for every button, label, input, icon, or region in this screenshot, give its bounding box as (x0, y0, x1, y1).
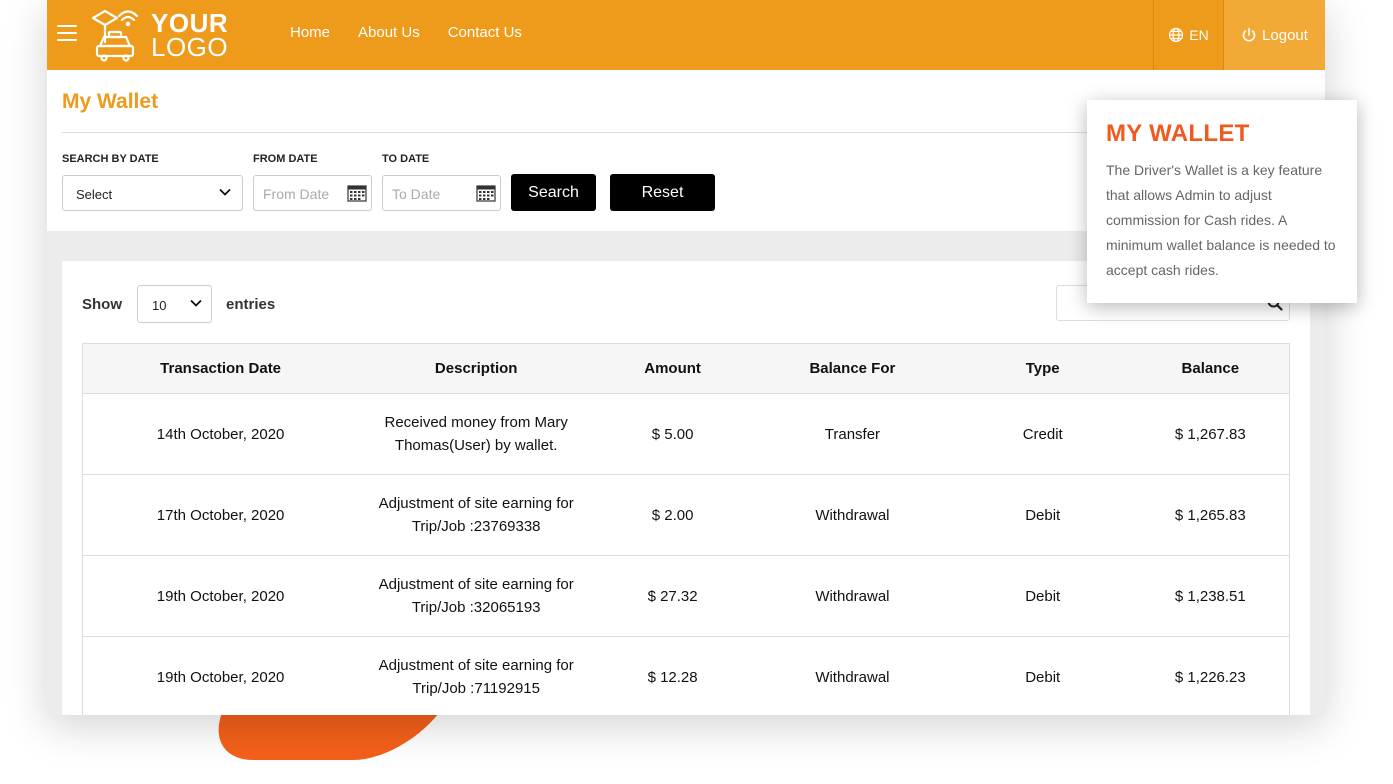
description-text: Received money from Mary Thomas(User) by… (384, 414, 568, 454)
header-transaction-date[interactable]: Transaction Date (82, 343, 359, 394)
cell-type: Debit (953, 555, 1132, 637)
table-row: 19th October, 2020 Adjustment of site ea… (82, 636, 1290, 715)
stage: YOUR LOGO Home About Us Contact Us EN Lo… (0, 0, 1393, 784)
cell-balance: $ 1,238.51 (1131, 555, 1290, 637)
cell-balance-for: Withdrawal (751, 474, 954, 556)
header-balance-for[interactable]: Balance For (751, 343, 954, 394)
description-text: Adjustment of site earning for Trip/Job … (378, 576, 574, 616)
tooltip-title: MY WALLET (1106, 120, 1250, 147)
to-date-label: TO DATE (382, 153, 430, 165)
description-text: Adjustment of site earning for Trip/Job … (378, 495, 574, 535)
search-by-date-select[interactable]: Select (62, 175, 243, 211)
header-amount[interactable]: Amount (594, 343, 752, 394)
show-label: Show (82, 296, 122, 313)
logout-label: Logout (1262, 26, 1308, 44)
language-selector[interactable]: EN (1153, 0, 1223, 70)
entries-value: 10 (152, 298, 167, 313)
logout-button[interactable]: Logout (1223, 0, 1325, 70)
cell-type: Credit (953, 393, 1132, 475)
cell-date: 14th October, 2020 (82, 393, 359, 475)
cell-amount: $ 27.32 (594, 555, 752, 637)
feature-tooltip: MY WALLET The Driver's Wallet is a key f… (1087, 100, 1357, 303)
cell-date: 19th October, 2020 (82, 555, 359, 637)
to-date-placeholder: To Date (392, 186, 441, 202)
cell-description: Adjustment of site earning for Trip/Job … (358, 555, 595, 637)
reset-button[interactable]: Reset (610, 174, 715, 211)
cell-description: Adjustment of site earning for Trip/Job … (358, 636, 595, 715)
table-row: 17th October, 2020 Adjustment of site ea… (82, 474, 1290, 556)
from-date-input[interactable]: From Date (253, 175, 372, 211)
cell-amount: $ 12.28 (594, 636, 752, 715)
cell-balance-for: Transfer (751, 393, 954, 475)
cell-date: 17th October, 2020 (82, 474, 359, 556)
nav-contact-us[interactable]: Contact Us (448, 24, 522, 41)
header-type[interactable]: Type (953, 343, 1132, 394)
search-button[interactable]: Search (511, 174, 596, 211)
chevron-down-icon (219, 188, 231, 196)
from-date-label: FROM DATE (253, 153, 318, 165)
cell-balance: $ 1,265.83 (1131, 474, 1290, 556)
cell-balance: $ 1,267.83 (1131, 393, 1290, 475)
taxi-logo-icon (92, 9, 139, 62)
cell-description: Adjustment of site earning for Trip/Job … (358, 474, 595, 556)
nav-about-us[interactable]: About Us (358, 24, 420, 41)
chevron-down-icon (190, 299, 202, 307)
calendar-icon[interactable] (347, 184, 367, 202)
nav-home[interactable]: Home (290, 24, 330, 41)
search-by-date-label: SEARCH BY DATE (62, 153, 159, 165)
cell-type: Debit (953, 474, 1132, 556)
hamburger-icon[interactable] (57, 25, 77, 43)
description-text: Adjustment of site earning for Trip/Job … (378, 657, 574, 697)
globe-icon (1169, 27, 1184, 43)
main-nav: Home About Us Contact Us (290, 24, 550, 41)
table-row: 14th October, 2020 Received money from M… (82, 393, 1290, 475)
power-icon (1242, 27, 1256, 42)
table-header-row: Transaction Date Description Amount Bala… (82, 343, 1290, 394)
header-balance[interactable]: Balance (1131, 343, 1290, 394)
page-title: My Wallet (62, 90, 159, 113)
cell-balance: $ 1,226.23 (1131, 636, 1290, 715)
cell-amount: $ 5.00 (594, 393, 752, 475)
logo-text: YOUR LOGO (151, 10, 229, 62)
cell-balance-for: Withdrawal (751, 636, 954, 715)
calendar-icon[interactable] (476, 184, 496, 202)
transactions-card: Show 10 entries Transaction Date Descrip… (62, 261, 1310, 715)
entries-per-page-select[interactable]: 10 (137, 285, 212, 323)
cell-amount: $ 2.00 (594, 474, 752, 556)
title-divider (62, 132, 1162, 133)
cell-type: Debit (953, 636, 1132, 715)
entries-label: entries (226, 296, 276, 313)
cell-balance-for: Withdrawal (751, 555, 954, 637)
tooltip-body: The Driver's Wallet is a key feature tha… (1106, 162, 1336, 278)
logo-line-2: LOGO (151, 32, 229, 62)
transactions-table: Transaction Date Description Amount Bala… (82, 343, 1290, 715)
header-description[interactable]: Description (358, 343, 595, 394)
navbar-right: EN Logout (1153, 0, 1325, 70)
logo[interactable]: YOUR LOGO (92, 8, 232, 62)
from-date-placeholder: From Date (263, 186, 330, 202)
top-navbar: YOUR LOGO Home About Us Contact Us EN Lo… (47, 0, 1325, 70)
to-date-input[interactable]: To Date (382, 175, 501, 211)
table-row: 19th October, 2020 Adjustment of site ea… (82, 555, 1290, 637)
cell-date: 19th October, 2020 (82, 636, 359, 715)
cell-description: Received money from Mary Thomas(User) by… (358, 393, 595, 475)
language-label: EN (1189, 27, 1209, 43)
search-by-date-value: Select (76, 187, 113, 202)
